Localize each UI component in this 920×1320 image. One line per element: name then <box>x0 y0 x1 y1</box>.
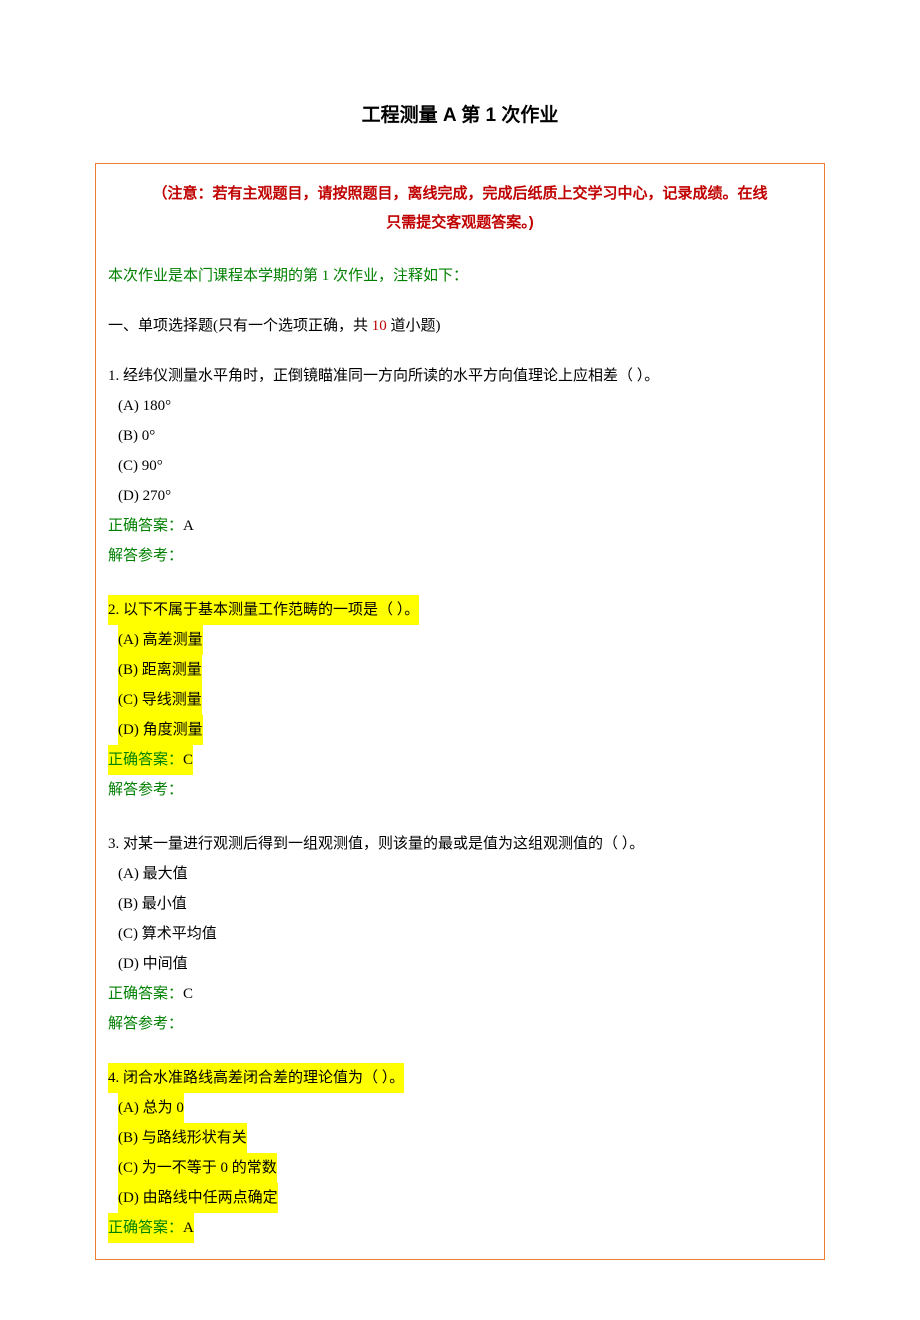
intro-text: 本次作业是本门课程本学期的第 1 次作业，注释如下： <box>108 261 812 291</box>
q4-stem-text: 4. 闭合水准路线高差闭合差的理论值为（ ）。 <box>108 1063 404 1093</box>
q2-option-b-text: (B) 距离测量 <box>118 655 202 685</box>
content-frame: （注意：若有主观题目，请按照题目，离线完成，完成后纸质上交学习中心，记录成绩。在… <box>95 163 825 1260</box>
q4-option-a: (A) 总为 0 <box>108 1093 812 1123</box>
q3-reference: 解答参考： <box>108 1009 812 1039</box>
question-2: 2. 以下不属于基本测量工作范畴的一项是（ ）。 (A) 高差测量 (B) 距离… <box>108 595 812 805</box>
q2-option-d-text: (D) 角度测量 <box>118 715 203 745</box>
q4-correct-wrap: 正确答案：A <box>108 1213 194 1243</box>
section-prefix: 一、单项选择题(只有一个选项正确，共 <box>108 318 372 334</box>
q4-option-b: (B) 与路线形状有关 <box>108 1123 812 1153</box>
q1-stem: 1. 经纬仪测量水平角时，正倒镜瞄准同一方向所读的水平方向值理论上应相差（ ）。 <box>108 361 812 391</box>
section-suffix: 道小题) <box>387 318 441 334</box>
q4-option-a-text: (A) 总为 0 <box>118 1093 184 1123</box>
q3-answer-letter: C <box>183 986 193 1002</box>
q3-correct-answer: 正确答案：C <box>108 979 812 1009</box>
question-3: 3. 对某一量进行观测后得到一组观测值，则该量的最或是值为这组观测值的（ ）。 … <box>108 829 812 1039</box>
q2-option-a: (A) 高差测量 <box>108 625 812 655</box>
section-heading: 一、单项选择题(只有一个选项正确，共 10 道小题) <box>108 311 812 341</box>
q4-stem: 4. 闭合水准路线高差闭合差的理论值为（ ）。 <box>108 1063 812 1093</box>
q2-answer-letter: C <box>183 752 193 768</box>
q4-option-d: (D) 由路线中任两点确定 <box>108 1183 812 1213</box>
q2-option-b: (B) 距离测量 <box>108 655 812 685</box>
question-1: 1. 经纬仪测量水平角时，正倒镜瞄准同一方向所读的水平方向值理论上应相差（ ）。… <box>108 361 812 571</box>
q2-option-a-text: (A) 高差测量 <box>118 625 203 655</box>
page-title: 工程测量 A 第 1 次作业 <box>95 100 825 127</box>
page: 工程测量 A 第 1 次作业 （注意：若有主观题目，请按照题目，离线完成，完成后… <box>0 0 920 1320</box>
correct-prefix: 正确答案： <box>108 752 183 768</box>
q4-option-c-text: (C) 为一不等于 0 的常数 <box>118 1153 277 1183</box>
q2-correct-wrap: 正确答案：C <box>108 745 193 775</box>
q2-option-c-text: (C) 导线测量 <box>118 685 202 715</box>
q1-reference: 解答参考： <box>108 541 812 571</box>
q3-option-c: (C) 算术平均值 <box>108 919 812 949</box>
q3-option-a: (A) 最大值 <box>108 859 812 889</box>
correct-prefix: 正确答案： <box>108 1220 183 1236</box>
q1-option-b: (B) 0° <box>108 421 812 451</box>
q2-option-c: (C) 导线测量 <box>108 685 812 715</box>
section-count: 10 <box>372 318 387 334</box>
correct-prefix: 正确答案： <box>108 986 183 1002</box>
q1-correct-answer: 正确答案：A <box>108 511 812 541</box>
notice-line-2: 只需提交客观题答案。) <box>386 214 534 231</box>
q1-option-d: (D) 270° <box>108 481 812 511</box>
correct-prefix: 正确答案： <box>108 518 183 534</box>
q4-option-c: (C) 为一不等于 0 的常数 <box>108 1153 812 1183</box>
question-4: 4. 闭合水准路线高差闭合差的理论值为（ ）。 (A) 总为 0 (B) 与路线… <box>108 1063 812 1243</box>
q1-option-c: (C) 90° <box>108 451 812 481</box>
notice: （注意：若有主观题目，请按照题目，离线完成，完成后纸质上交学习中心，记录成绩。在… <box>108 180 812 237</box>
q2-stem: 2. 以下不属于基本测量工作范畴的一项是（ ）。 <box>108 595 812 625</box>
q3-option-d: (D) 中间值 <box>108 949 812 979</box>
notice-line-1: （注意：若有主观题目，请按照题目，离线完成，完成后纸质上交学习中心，记录成绩。在… <box>152 185 767 202</box>
q3-option-b: (B) 最小值 <box>108 889 812 919</box>
q2-reference: 解答参考： <box>108 775 812 805</box>
q4-answer-letter: A <box>183 1220 194 1236</box>
q4-correct-answer: 正确答案：A <box>108 1213 812 1243</box>
q1-answer-letter: A <box>183 518 194 534</box>
q3-stem: 3. 对某一量进行观测后得到一组观测值，则该量的最或是值为这组观测值的（ ）。 <box>108 829 812 859</box>
q4-option-d-text: (D) 由路线中任两点确定 <box>118 1183 278 1213</box>
q2-stem-text: 2. 以下不属于基本测量工作范畴的一项是（ ）。 <box>108 595 419 625</box>
q2-correct-answer: 正确答案：C <box>108 745 812 775</box>
q4-option-b-text: (B) 与路线形状有关 <box>118 1123 247 1153</box>
q2-option-d: (D) 角度测量 <box>108 715 812 745</box>
q1-option-a: (A) 180° <box>108 391 812 421</box>
